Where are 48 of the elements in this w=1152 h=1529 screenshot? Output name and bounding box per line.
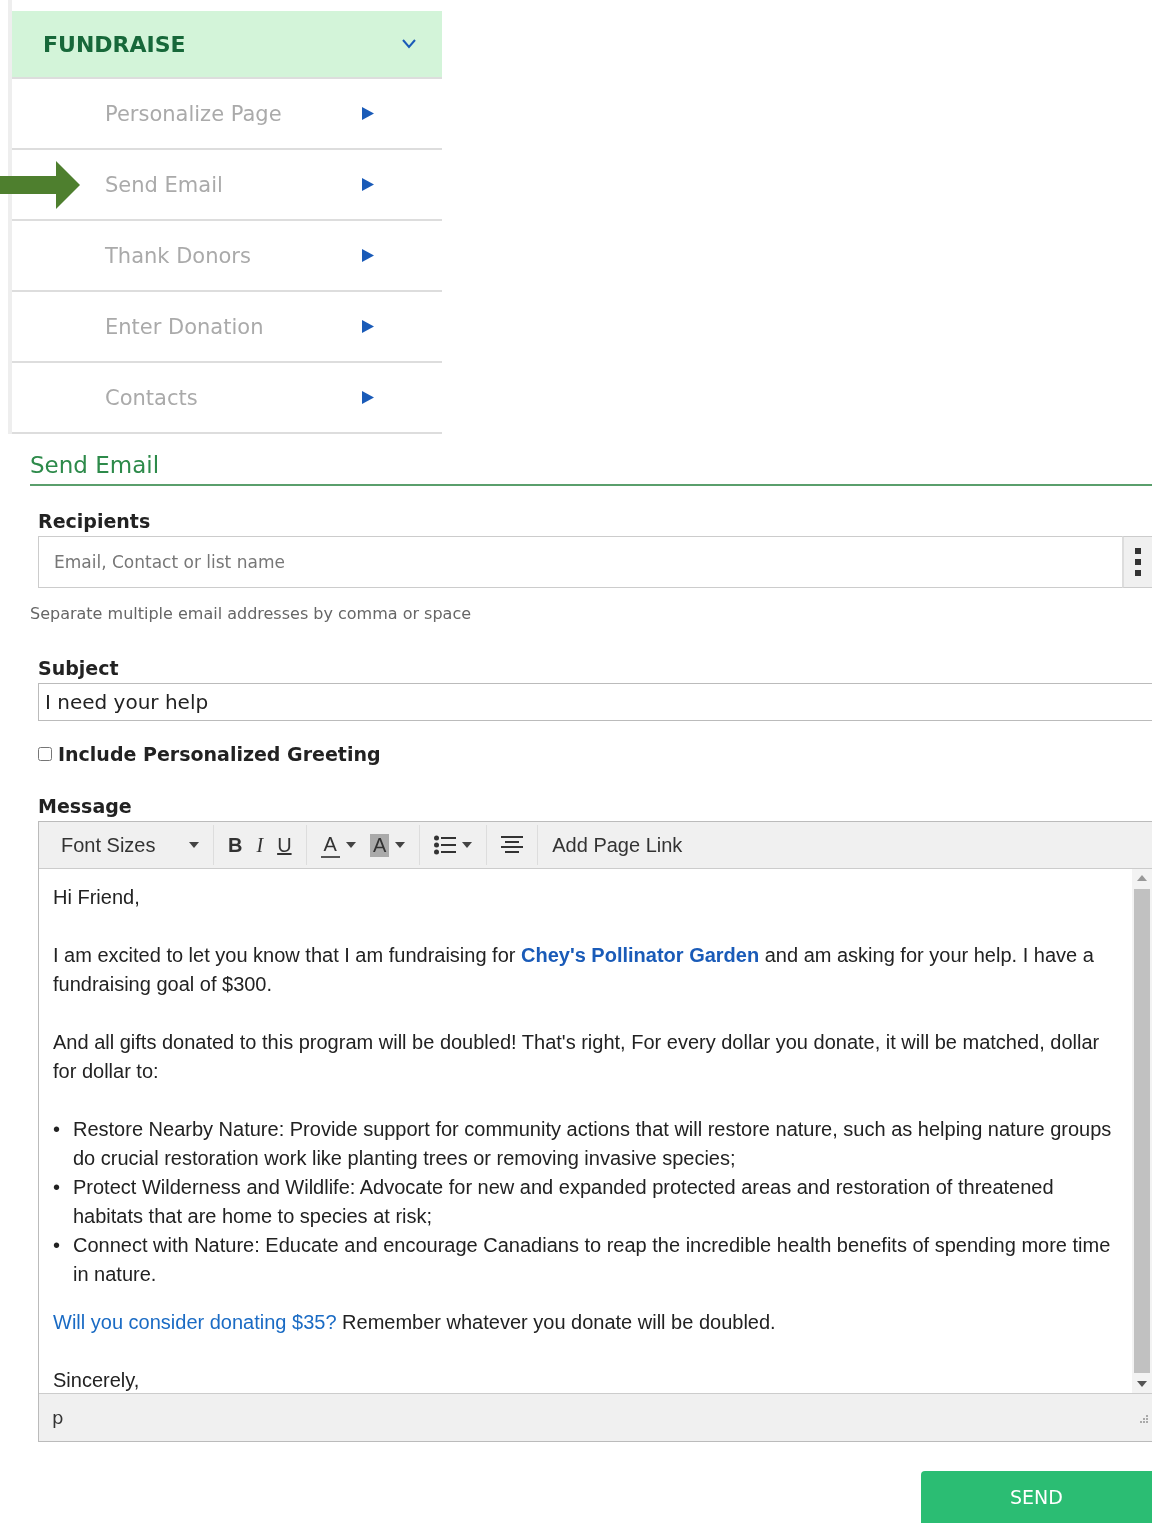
text-color-button[interactable]: A [314, 828, 362, 862]
play-arrow-icon [362, 249, 374, 262]
greeting-checkbox[interactable] [38, 747, 52, 761]
align-center-icon [501, 836, 524, 854]
subject-field[interactable]: I need your help [38, 683, 1152, 721]
scroll-up-icon[interactable] [1137, 875, 1147, 881]
message-paragraph: I am excited to let you know that I am fundraising for Chey's Pollinator Garden and am asking for your help. I have a fundraising goal of $300. [53, 943, 1095, 997]
scrollbar[interactable] [1132, 869, 1152, 1393]
scroll-down-icon[interactable] [1137, 1381, 1147, 1387]
greeting-label: Include Personalized Greeting [58, 743, 381, 765]
bullet-list-icon [434, 835, 457, 855]
message-paragraph: And all gifts donated to this program will be doubled! That's right, For every dollar you donate, it will be matched, dollar for dollar to: [53, 1030, 1101, 1084]
resize-handle-icon[interactable] [1138, 1412, 1148, 1423]
element-path: p [52, 1407, 64, 1428]
font-size-dropdown[interactable]: Font Sizes [55, 829, 205, 861]
bullet-item: Restore Nearby Nature: Provide support for community actions that will restore nature, such as helping nature groups do crucial restoration work like planting trees or removing invasive species; [73, 1117, 1113, 1171]
caret-icon [395, 842, 406, 848]
message-paragraph: Remember whatever you donate will be doubled. [342, 1311, 776, 1333]
play-arrow-icon [362, 391, 374, 404]
donate-link[interactable]: Will you consider donating $35? [53, 1311, 337, 1333]
caret-icon [345, 842, 356, 848]
italic-button[interactable]: I [250, 829, 270, 861]
bold-button[interactable]: B [222, 829, 249, 861]
add-page-link-button[interactable]: Add Page Link [546, 829, 689, 861]
underline-button[interactable]: U [271, 829, 298, 861]
section-title: Send Email [30, 434, 1152, 486]
message-paragraph: Sincerely, [53, 1368, 141, 1393]
play-arrow-icon [362, 320, 374, 333]
recipients-field[interactable]: Email, Contact or list name [38, 536, 1122, 588]
more-options-button[interactable] [1122, 536, 1152, 588]
bullet: • [53, 1117, 61, 1142]
chevron-icon [402, 39, 416, 49]
menu-title: FUNDRAISE [43, 31, 186, 57]
play-arrow-icon [362, 178, 374, 191]
background-color-button[interactable]: A [363, 829, 412, 861]
bullet: • [53, 1175, 61, 1200]
menu-header[interactable]: FUNDRAISE [12, 11, 442, 79]
bullet-item: Connect with Nature: Educate and encourage Canadians to reap the incredible health benefits of spending more time in nature. [73, 1233, 1112, 1287]
recipients-label: Recipients [38, 510, 152, 532]
bullet: • [53, 1233, 61, 1258]
recipients-hint: Separate multiple email addresses by comma or space [30, 604, 473, 623]
subject-label: Subject [38, 657, 120, 679]
play-arrow-icon [362, 107, 374, 120]
caret-icon [189, 842, 199, 848]
bullet-item: Protect Wilderness and Wildlife: Advocate for new and expanded protected areas and restoration of threatened habitats that are home to species at risk; [73, 1175, 1055, 1229]
message-paragraph: Hi Friend, [53, 885, 141, 910]
message-label: Message [38, 795, 133, 817]
caret-icon [462, 842, 473, 848]
